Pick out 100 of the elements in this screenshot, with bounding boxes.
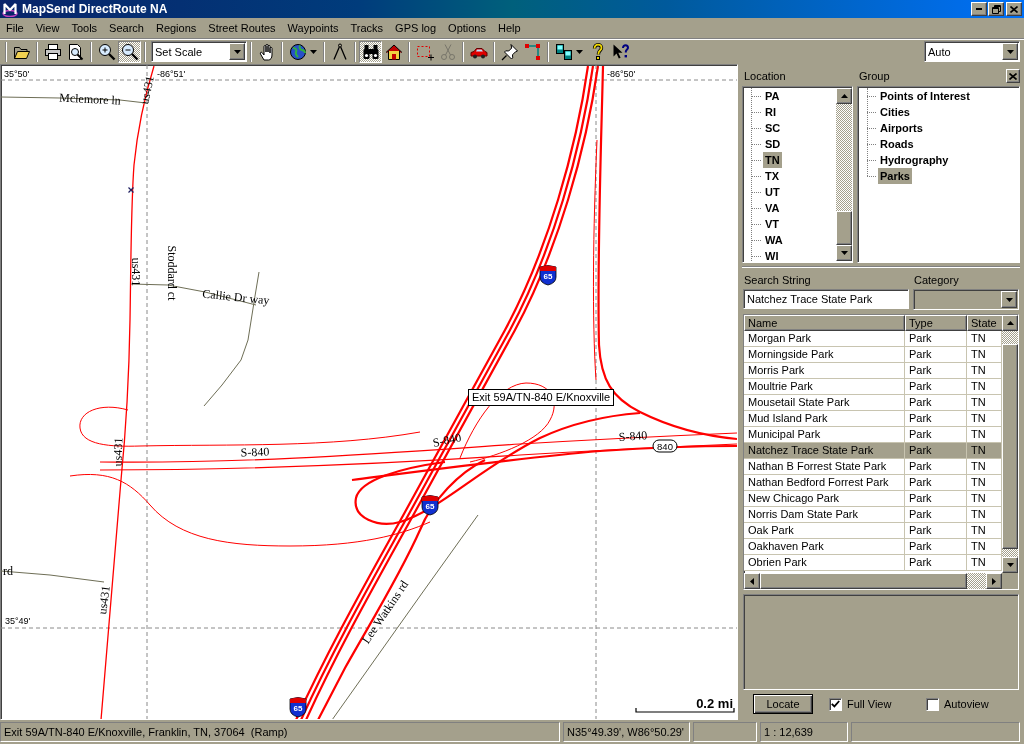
zoom-dropdown[interactable]: Auto [924,41,1020,62]
scroll-up-button[interactable] [836,88,852,104]
scrollbar-thumb[interactable] [760,573,967,589]
scrollbar[interactable] [744,573,1002,589]
menu-item[interactable]: GPS log [389,19,443,37]
scrollbar[interactable] [836,88,852,261]
menu-item[interactable]: Waypoints [281,19,345,37]
scrollbar-thumb[interactable] [1002,343,1018,549]
tree-item[interactable]: Points of Interest [878,88,972,104]
minimize-button[interactable] [971,2,987,16]
tree-item[interactable]: VT [763,216,782,232]
search-field[interactable]: Natchez Trace State Park [743,289,909,309]
table-row[interactable]: Natchez Trace State Park Park TN [744,443,1002,459]
location-list[interactable]: PA RI SC SD TN TX UT VA VT WA WI [742,86,853,263]
scroll-up-button[interactable] [1002,315,1018,331]
table-cell: Park [905,555,967,571]
menu-item[interactable]: Street Routes [202,19,282,37]
menu-item[interactable]: Help [492,19,527,37]
caret-icon [576,49,583,54]
menu-item[interactable]: Search [103,19,150,37]
table-row[interactable]: Nathan Bedford Forrest Park Park TN [744,475,1002,491]
status-address: Exit 59A/TN-840 E/Knoxville, Franklin, TN, 37064 (Ramp) [0,722,560,742]
road-label: S-840 [431,430,463,450]
table-row[interactable]: Morris Park Park TN [744,363,1002,379]
tree-item[interactable]: Cities [878,104,912,120]
search-label: Search String [743,274,812,286]
road-label: Mclemore ln [58,90,122,108]
tree-item[interactable]: TX [763,168,782,184]
scrollbar[interactable] [1002,315,1018,573]
group-list[interactable]: Points of Interest Cities Airports Roads Hydrography Parks [857,86,1020,263]
checkbox[interactable] [926,697,939,711]
tree-item[interactable]: SC [763,120,783,136]
table-row[interactable]: Municipal Park Park TN [744,427,1002,443]
scroll-down-button[interactable] [1002,557,1018,573]
table-row[interactable]: Morningside Park Park TN [744,347,1002,363]
interstate-shield: 65 [289,697,307,718]
scrollbar-thumb[interactable] [836,211,852,245]
table-row[interactable]: Mousetail State Park Park TN [744,395,1002,411]
road-label: Callie Dr way [201,286,271,308]
tree-item[interactable]: Airports [878,120,925,136]
scroll-down-button[interactable] [836,245,852,261]
zoom-in-icon [97,42,116,61]
zoom-out-icon [120,42,139,61]
printer-icon [43,42,62,61]
restore-button[interactable] [988,2,1004,16]
close-button[interactable] [1006,69,1020,83]
column-header[interactable]: State [967,315,1002,331]
menu-item[interactable]: Regions [149,19,203,37]
window-title: MapSend DirectRoute NA [22,2,168,16]
pointer-help-icon [611,42,630,61]
dropdown-arrow-button[interactable] [1002,43,1018,60]
table-row[interactable]: New Chicago Park Park TN [744,491,1002,507]
table-row[interactable]: Oak Park Park TN [744,523,1002,539]
hand-icon [257,42,276,61]
zoom-out-button[interactable] [118,40,141,63]
tree-item[interactable]: WI [763,248,781,262]
column-header[interactable]: Name [744,315,905,331]
table-row[interactable]: Norris Dam State Park Park TN [744,507,1002,523]
tree-item[interactable]: WA [763,232,785,248]
menu-item[interactable]: File [0,19,30,37]
tree-item[interactable]: VA [763,200,782,216]
menu-item[interactable]: Options [442,19,492,37]
tree-item[interactable]: RI [763,104,778,120]
scroll-left-button[interactable] [744,573,760,589]
tree-item[interactable]: Hydrography [878,152,951,168]
table-row[interactable]: Oakhaven Park Park TN [744,539,1002,555]
binoculars-icon [361,42,380,61]
road-label: us431 [110,437,126,467]
column-header[interactable]: Type [905,315,967,331]
tree-item[interactable]: TN [763,152,782,168]
menu-item[interactable]: Tools [65,19,104,37]
road-label: S-840 [240,444,270,460]
menu-item[interactable]: View [29,19,66,37]
table-row[interactable]: Obrien Park Park TN [744,555,1002,571]
road-label: us431 [129,257,143,287]
tree-item[interactable]: PA [763,88,782,104]
road-label: rd [3,564,13,578]
table-row[interactable]: Mud Island Park Park TN [744,411,1002,427]
dropdown-arrow-button[interactable] [229,43,245,60]
scale-dropdown[interactable]: Set Scale [151,41,247,62]
locate-button[interactable]: Locate [753,694,813,714]
tree-item[interactable]: SD [763,136,783,152]
caret-icon [1005,297,1013,302]
app-logo-icon [2,1,18,17]
find-button[interactable] [359,40,382,63]
table-row[interactable]: Moultrie Park Park TN [744,379,1002,395]
close-button[interactable] [1006,2,1022,16]
table-row[interactable]: Nathan B Forrest State Park Park TN [744,459,1002,475]
location-label: Location [743,70,787,82]
scroll-right-button[interactable] [986,573,1002,589]
menu-item[interactable]: Tracks [344,19,390,37]
table-row[interactable]: Morgan Park Park TN [744,331,1002,347]
tree-item[interactable]: Roads [878,136,916,152]
checkbox[interactable] [829,697,842,711]
tree-item[interactable]: UT [763,184,782,200]
status-coordinates: N35°49.39', W86°50.29' [563,722,690,742]
status-scale: 1 : 12,639 [760,722,848,742]
grid-label: 35°49' [5,616,31,626]
grid-label: -86°51' [157,69,186,79]
tree-item[interactable]: Parks [878,168,912,184]
